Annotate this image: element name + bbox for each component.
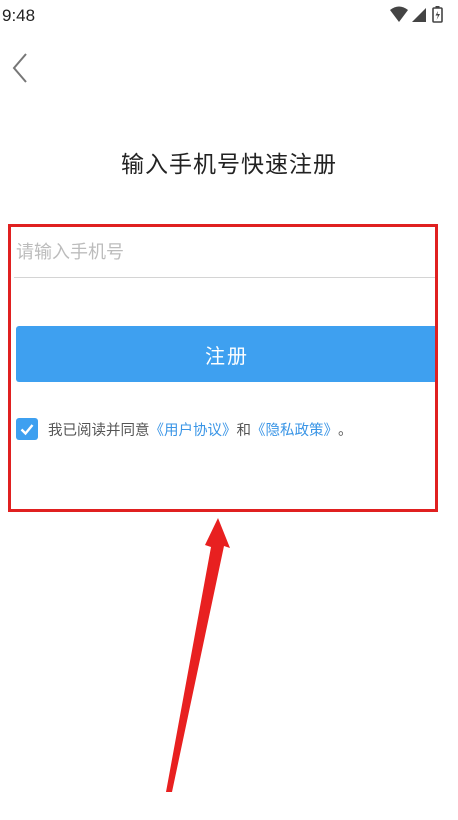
page-title: 输入手机号快速注册 [121, 152, 337, 178]
status-icons [388, 5, 448, 25]
status-bar: 9:48 [0, 0, 458, 32]
chevron-left-icon [12, 53, 27, 83]
status-time: 9:48 [2, 6, 36, 25]
signal-icon [412, 8, 426, 22]
highlight-box [8, 224, 438, 512]
battery-icon [432, 6, 443, 23]
back-button[interactable] [6, 50, 36, 86]
wifi-icon [390, 6, 408, 22]
